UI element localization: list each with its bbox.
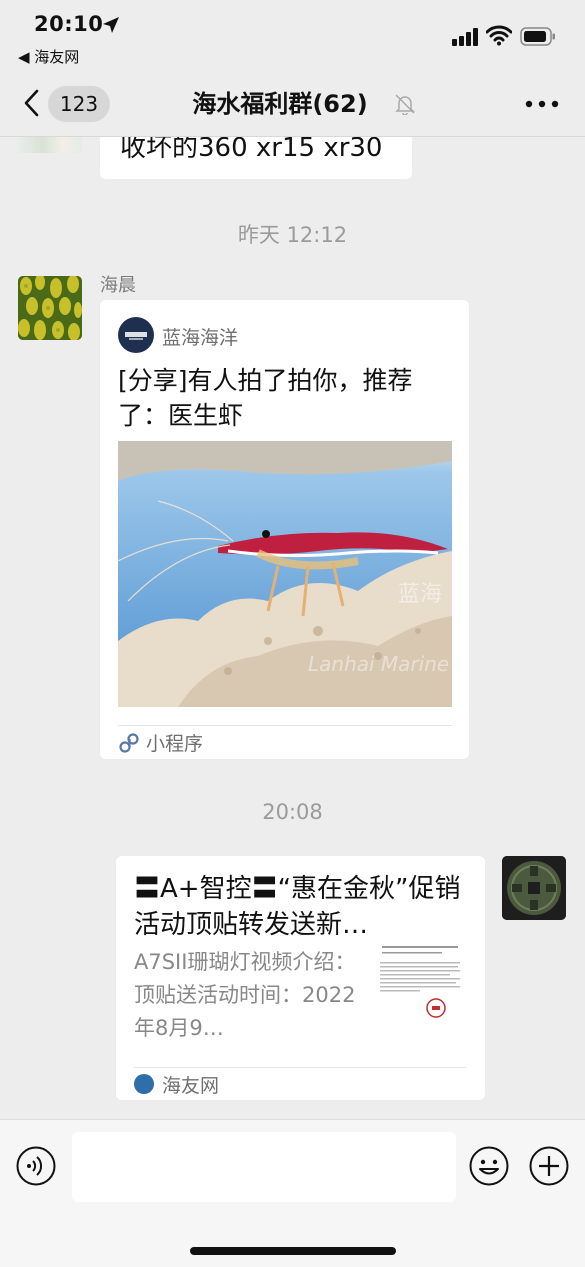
mini-program-icon [119,733,139,753]
unread-count-badge[interactable]: 123 [48,86,110,122]
card-thumbnail [378,942,462,1032]
timestamp: 20:08 [262,800,323,824]
sender-avatar[interactable] [18,276,82,340]
shrimp-photo[interactable]: 蓝海 Lanhai Marine [118,441,452,707]
mute-bell-icon [395,94,415,115]
source-globe-icon [134,1074,154,1094]
more-actions-plus-icon[interactable] [529,1146,569,1186]
card-description: A7SII珊瑚灯视频介绍：顶贴送活动时间：2022年8月9… [134,950,356,1040]
chat-title: 海水福利群(62) [192,90,368,118]
sender-name: 海晨 [100,275,136,296]
voice-input-icon[interactable] [16,1146,56,1186]
message-list[interactable]: 收坏的360 xr15 xr30 昨天 12:12 海晨 蓝海海洋 [分享]有人… [0,137,585,1119]
back-to-app-link[interactable]: ◀ 海友网 [18,46,79,67]
sender-avatar[interactable] [16,137,82,153]
message-text: 收坏的360 xr15 xr30 [120,137,383,163]
emoji-icon[interactable] [469,1146,509,1186]
card-source-name: 海友网 [162,1075,220,1097]
my-avatar[interactable] [502,856,566,920]
svg-text:蓝海: 蓝海 [398,582,442,607]
watermark-text: Lanhai Marine [308,652,449,676]
source-logo [118,317,154,353]
back-chevron-icon[interactable] [22,88,40,118]
location-arrow-icon [103,17,119,33]
divider [118,725,452,726]
battery-icon [520,27,555,46]
message-input[interactable] [72,1132,456,1202]
wifi-icon [486,25,512,46]
cellular-signal-icon [452,28,478,46]
card-source-name: 蓝海海洋 [162,327,239,349]
more-options-icon[interactable] [525,100,559,108]
mini-program-label: 小程序 [146,733,204,755]
card-title: [分享]有人拍了拍你，推荐了：医生虾 [118,366,413,430]
divider [134,1067,466,1068]
timestamp: 昨天 12:12 [237,223,348,247]
card-title: 〓A+智控〓“惠在金秋”促销活动顶贴转发送新… [134,874,461,940]
home-indicator[interactable] [190,1247,396,1255]
status-time: 20:10 [34,12,104,36]
